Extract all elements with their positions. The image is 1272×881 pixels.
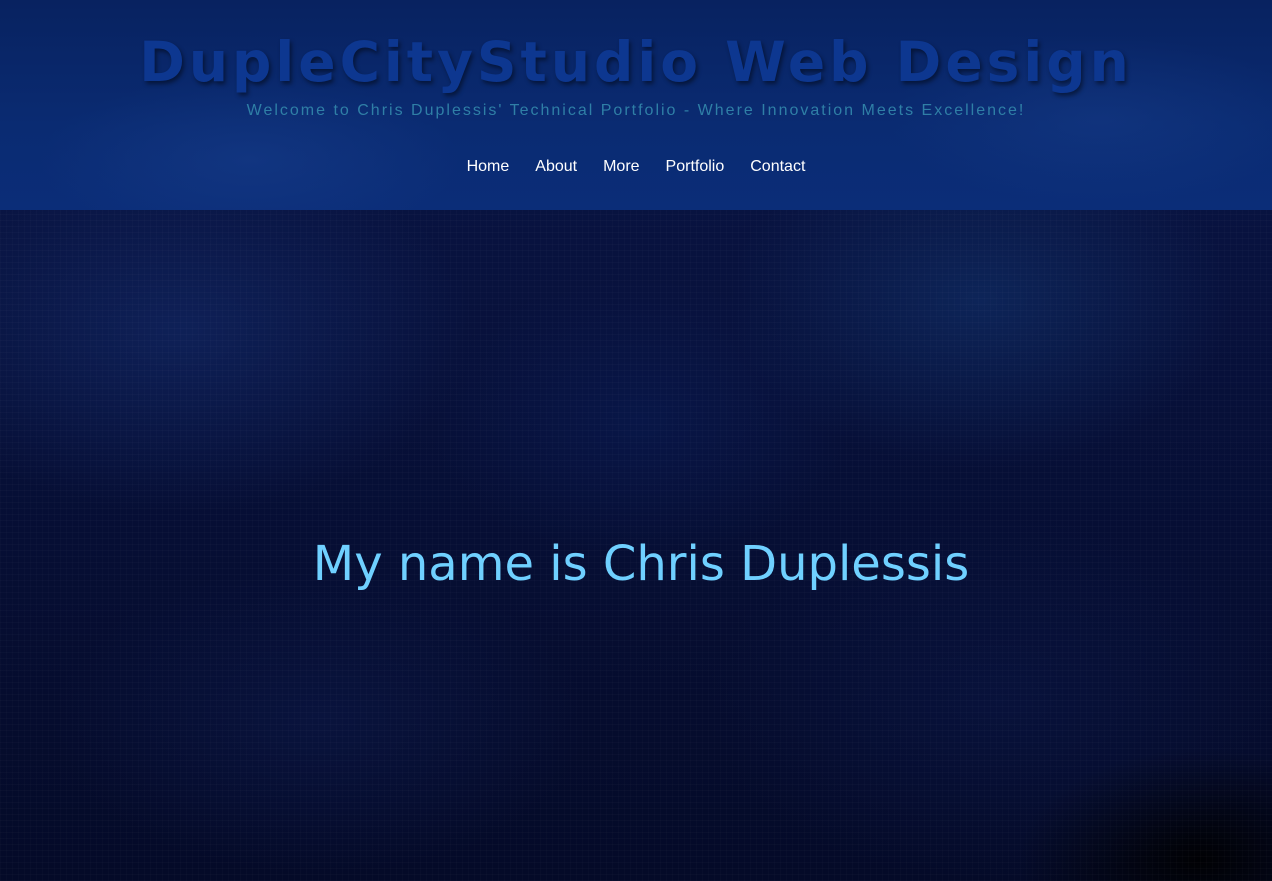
site-title: DupleCityStudio Web Design	[139, 30, 1133, 94]
nav-link-contact[interactable]: Contact	[737, 158, 818, 176]
nav-link-portfolio[interactable]: Portfolio	[653, 158, 738, 176]
main-nav: Home About More Portfolio Contact	[0, 158, 1272, 176]
nav-link-more[interactable]: More	[590, 158, 652, 176]
nav-link-home[interactable]: Home	[454, 158, 523, 176]
nav-link-about[interactable]: About	[522, 158, 590, 176]
hero-section: My name is Chris Duplessis	[0, 210, 1272, 881]
page: DupleCityStudio Web Design Welcome to Ch…	[0, 0, 1272, 881]
hero-heading: My name is Chris Duplessis	[312, 535, 970, 592]
site-tagline: Welcome to Chris Duplessis' Technical Po…	[246, 102, 1026, 119]
site-header: DupleCityStudio Web Design Welcome to Ch…	[0, 0, 1272, 210]
